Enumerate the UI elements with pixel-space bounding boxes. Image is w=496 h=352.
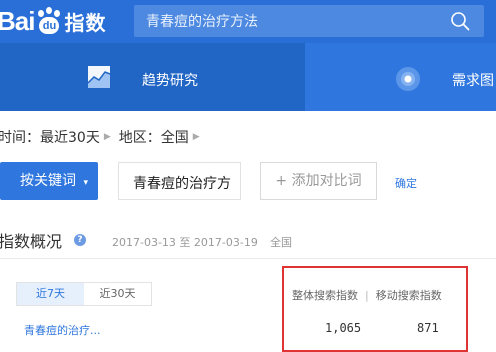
- search-box[interactable]: 青春痘的治疗方法: [134, 5, 484, 37]
- logo-suffix: 指数: [64, 10, 107, 35]
- overall-index-value: 1,065: [325, 321, 362, 335]
- search-icon[interactable]: [450, 11, 470, 31]
- overall-index-header: 整体搜索指数: [292, 289, 358, 302]
- logo-paw-text: du: [39, 17, 60, 34]
- highlight-box: [282, 266, 468, 352]
- logo-text: Bai: [0, 5, 35, 36]
- keyword-input[interactable]: 青春痘的治疗方: [118, 162, 241, 200]
- overview-title: 指数概况: [0, 232, 63, 251]
- confirm-link[interactable]: 确定: [395, 175, 417, 191]
- date-range: 2017-03-13 至 2017-03-19: [112, 236, 258, 249]
- mobile-index-value: 871: [417, 321, 439, 335]
- add-compare-button[interactable]: + 添加对比词: [260, 162, 377, 200]
- baidu-index-logo[interactable]: Bai du 指数: [0, 6, 106, 36]
- keyword-mode-label: 按关键词: [20, 173, 77, 189]
- keyword-mode-button[interactable]: 按关键词 ▾: [0, 162, 98, 200]
- demand-map-icon[interactable]: [394, 65, 422, 93]
- region-label: 全国: [270, 236, 292, 249]
- divider: [0, 258, 496, 259]
- mobile-index-header: 移动搜索指数: [375, 289, 442, 302]
- time-filter-caret-icon[interactable]: ▶: [104, 132, 111, 142]
- period-tabs: 近7天 近30天: [16, 282, 152, 306]
- chevron-down-icon: ▾: [83, 178, 88, 188]
- region-filter[interactable]: 地区：全国: [119, 127, 189, 147]
- tab-7-days[interactable]: 近7天: [17, 283, 84, 305]
- nav-item-demand-label[interactable]: 需求图: [452, 70, 494, 90]
- tab-30-days[interactable]: 近30天: [84, 283, 151, 305]
- paw-icon: du: [35, 7, 63, 35]
- filter-row: 时间：最近30天 ▶ 地区：全国 ▶: [0, 127, 208, 147]
- keyword-input-value: 青春痘的治疗方: [133, 176, 231, 192]
- index-column-headers: 整体搜索指数 | 移动搜索指数: [292, 287, 442, 303]
- keyword-link[interactable]: 青春痘的治疗...: [24, 322, 101, 338]
- nav-item-trend-label: 趋势研究: [142, 73, 198, 89]
- time-filter[interactable]: 时间：最近30天: [0, 127, 100, 147]
- nav-item-trend[interactable]: 趋势研究: [0, 43, 305, 111]
- top-header: Bai du 指数 青春痘的治疗方法: [0, 0, 496, 43]
- main-nav: 趋势研究 需求图: [0, 43, 496, 111]
- trend-chart-icon: [87, 66, 111, 88]
- help-icon[interactable]: ?: [74, 234, 86, 246]
- column-separator: |: [365, 289, 369, 302]
- search-input[interactable]: 青春痘的治疗方法: [146, 11, 258, 31]
- region-filter-caret-icon[interactable]: ▶: [193, 132, 200, 142]
